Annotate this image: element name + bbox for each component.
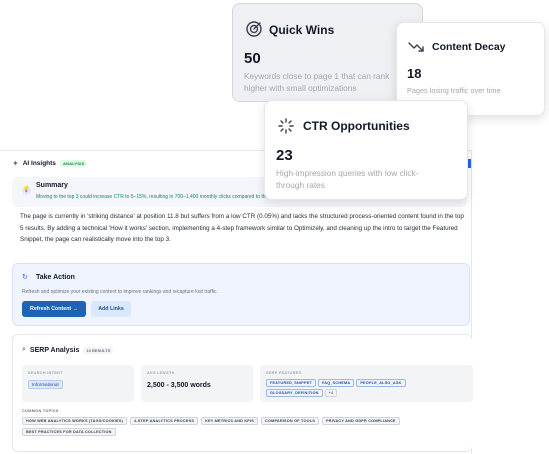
quick-wins-description: Keywords close to page 1 that can rank h… [244, 71, 390, 93]
summary-body: The page is currently in 'striking dista… [20, 213, 464, 243]
accent-edge [468, 159, 471, 168]
topic-tag: PRIVACY AND GDPR COMPLIANCE [322, 417, 400, 425]
topic-tag: COMPARISON OF TOOLS [261, 417, 320, 425]
results-count-badge: 10 RESULTS [83, 346, 114, 354]
ai-insights-title: AI Insights [22, 160, 56, 167]
common-topics-label: COMMON TOPICS [22, 409, 59, 413]
take-action-title: Take Action [36, 274, 75, 281]
analysis-badge: ANALYSIS [59, 160, 88, 167]
summary-title: Summary [36, 182, 68, 189]
serp-features-list: FEATURED_SNIPPET FAQ_SCHEMA PEOPLE_ALSO_… [266, 379, 416, 397]
target-icon [246, 21, 262, 37]
topic-tag: 4-STEP ANALYTICS PROCESS [130, 417, 199, 425]
serp-analysis-header: ⌕ SERP Analysis 10 RESULTS [22, 346, 114, 354]
ai-insights-header: ✦ AI Insights ANALYSIS [12, 159, 88, 168]
search-intent-box: SEARCH INTENT Informational [22, 365, 134, 402]
take-action-description: Refresh and optimize your existing conte… [22, 289, 218, 295]
content-decay-value: 18 [407, 66, 422, 81]
refresh-content-button[interactable]: Refresh Content → [22, 301, 86, 317]
serp-analysis-section: ⌕ SERP Analysis 10 RESULTS SEARCH INTENT… [12, 334, 473, 452]
search-icon: ⌕ [22, 346, 26, 353]
content-decay-title: Content Decay [432, 41, 506, 53]
quick-wins-card[interactable]: Quick Wins 50 Keywords close to page 1 t… [232, 3, 423, 102]
serp-features-box: SERP FEATURES FEATURED_SNIPPET FAQ_SCHEM… [260, 365, 473, 402]
serp-feature-tag: FEATURED_SNIPPET [266, 379, 316, 387]
refresh-icon: ↻ [22, 274, 28, 281]
ctr-opportunities-title: CTR Opportunities [303, 119, 410, 133]
take-action-section: ↻ Take Action Refresh and optimize your … [12, 263, 470, 326]
sparkle-icon [278, 118, 294, 134]
search-intent-label: SEARCH INTENT [28, 371, 63, 375]
ctr-opportunities-description: High-impression queries with low click-t… [276, 168, 419, 190]
trend-down-icon [408, 42, 424, 52]
quick-wins-value: 50 [244, 50, 261, 67]
serp-features-label: SERP FEATURES [266, 371, 302, 375]
serp-analysis-title: SERP Analysis [29, 346, 80, 354]
serp-feature-tag: PEOPLE_ALSO_ASK [356, 379, 406, 387]
serp-feature-tag: GLOSSARY_DEFINITION [266, 389, 323, 397]
add-links-button[interactable]: Add Links [91, 301, 131, 317]
more-features-badge[interactable]: +4 [324, 389, 338, 397]
topic-tag: HOW WEB ANALYTICS WORKS (TAGS/COOKIES) [22, 417, 128, 425]
sparkle-icon: ✦ [12, 159, 19, 168]
search-intent-value: Informational [28, 380, 63, 389]
content-decay-description: Pages losing traffic over time [407, 86, 501, 95]
ctr-opportunities-card[interactable]: CTR Opportunities 23 High-impression que… [264, 100, 468, 200]
ctr-opportunities-value: 23 [276, 147, 293, 164]
common-topics-list: HOW WEB ANALYTICS WORKS (TAGS/COOKIES) 4… [22, 417, 422, 436]
avg-length-label: AVG LENGTH [147, 371, 175, 375]
topic-tag: KEY METRICS AND KPIS [201, 417, 258, 425]
quick-wins-title: Quick Wins [269, 23, 335, 37]
lightbulb-icon: 💡 [22, 186, 31, 195]
serp-feature-tag: FAQ_SCHEMA [317, 379, 355, 387]
avg-length-box: AVG LENGTH 2,500 - 3,500 words [141, 365, 253, 402]
avg-length-value: 2,500 - 3,500 words [147, 382, 211, 389]
topic-tag: BEST PRACTICES FOR DATA COLLECTION [22, 428, 116, 436]
